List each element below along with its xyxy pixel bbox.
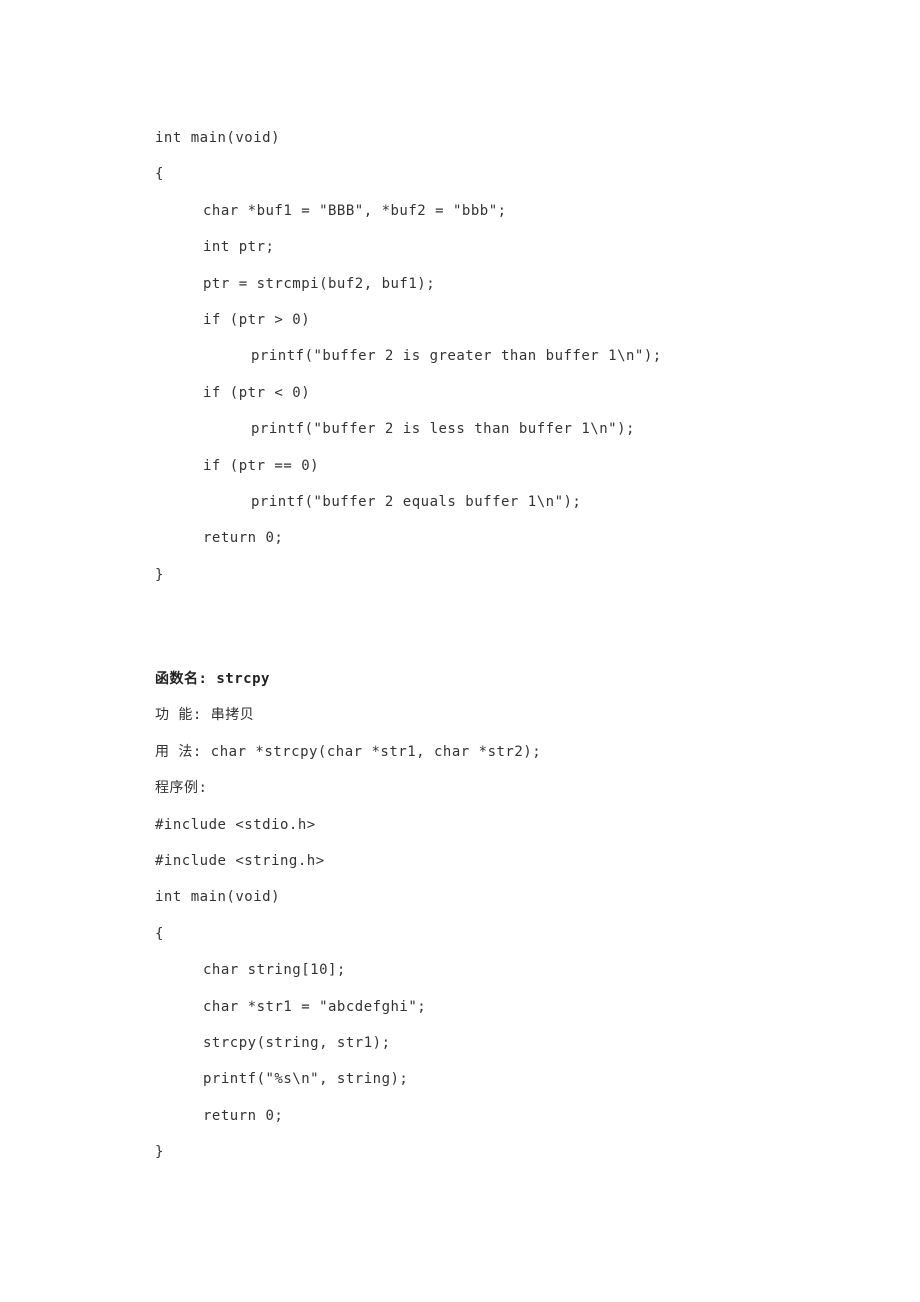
code-line: #include <stdio.h>	[155, 807, 765, 843]
code-line: int main(void)	[155, 120, 765, 156]
code-line: if (ptr < 0)	[155, 375, 765, 411]
section-title: 函数名: strcpy	[155, 661, 765, 697]
code-line: }	[155, 557, 765, 593]
code-line: #include <string.h>	[155, 843, 765, 879]
code-line: return 0;	[155, 520, 765, 556]
code-line: printf("buffer 2 is less than buffer 1\n…	[155, 411, 765, 447]
code-line: char string[10];	[155, 952, 765, 988]
code-line: if (ptr > 0)	[155, 302, 765, 338]
code-line: char *str1 = "abcdefghi";	[155, 989, 765, 1025]
code-line: printf("buffer 2 equals buffer 1\n");	[155, 484, 765, 520]
example-label: 程序例:	[155, 770, 765, 806]
code-line: int main(void)	[155, 879, 765, 915]
usage-line: 用 法: char *strcpy(char *str1, char *str2…	[155, 734, 765, 770]
function-description: 功 能: 串拷贝	[155, 697, 765, 733]
code-line: char *buf1 = "BBB", *buf2 = "bbb";	[155, 193, 765, 229]
code-line: printf("%s\n", string);	[155, 1061, 765, 1097]
code-line: printf("buffer 2 is greater than buffer …	[155, 338, 765, 374]
code-line: }	[155, 1134, 765, 1170]
spacer	[155, 593, 765, 661]
document-page: int main(void) { char *buf1 = "BBB", *bu…	[0, 0, 920, 1302]
code-line: ptr = strcmpi(buf2, buf1);	[155, 266, 765, 302]
code-line: strcpy(string, str1);	[155, 1025, 765, 1061]
code-line: int ptr;	[155, 229, 765, 265]
code-line: {	[155, 156, 765, 192]
code-line: {	[155, 916, 765, 952]
code-line: return 0;	[155, 1098, 765, 1134]
code-line: if (ptr == 0)	[155, 448, 765, 484]
